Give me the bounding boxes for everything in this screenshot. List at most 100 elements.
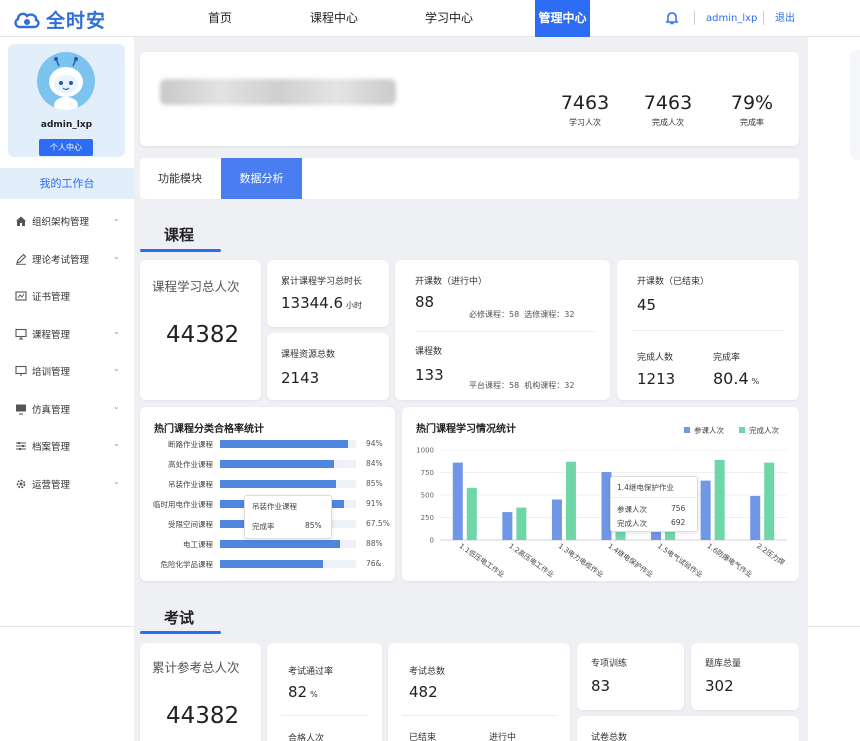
- sidebar-item-archive[interactable]: 档案管理 ⌄: [0, 428, 134, 464]
- cloud-logo-icon: [14, 12, 40, 28]
- bar[interactable]: [220, 480, 336, 488]
- ended-label: 开课数（已结束）: [637, 277, 710, 287]
- username-link[interactable]: admin_lxp: [706, 0, 757, 37]
- stat-value: 79%: [730, 92, 774, 114]
- bar[interactable]: [452, 462, 463, 540]
- rate-value: 80.4%: [713, 369, 759, 388]
- display-icon: [16, 404, 26, 415]
- robot-avatar-icon: [49, 57, 83, 110]
- org-value: 32: [564, 381, 575, 390]
- legend-label: 参课人次: [694, 425, 724, 435]
- app-name: 全时安: [46, 10, 107, 32]
- profile-button[interactable]: 个人中心: [39, 139, 93, 156]
- user-card: admin_lxp 个人中心: [8, 44, 125, 157]
- nav-home[interactable]: 首页: [190, 0, 250, 37]
- bar[interactable]: [466, 487, 477, 540]
- bar[interactable]: [502, 512, 513, 540]
- bar-value-label: 91%: [366, 499, 383, 508]
- paper-label: 试卷总数: [591, 733, 628, 741]
- bar-category-label: 电工课程: [183, 540, 213, 549]
- ended-value: 45: [637, 296, 657, 314]
- required-value: 58: [509, 310, 520, 319]
- x-tick-label: 1.6防爆电气作业: [705, 541, 754, 579]
- sidebar-item-training[interactable]: 培训管理 ⌄: [0, 353, 134, 389]
- exam-total-count-value: 482: [409, 683, 438, 701]
- bar[interactable]: [764, 462, 775, 540]
- chevron-down-icon: ⌄: [113, 214, 120, 223]
- bell-icon[interactable]: [664, 10, 680, 26]
- exam-total-card: 累计参考总人次 44382: [140, 643, 261, 741]
- course-ended-card: 开课数（已结束） 45 完成人数 1213 完成率 80.4%: [617, 260, 799, 400]
- nav-course-center[interactable]: 课程中心: [300, 0, 368, 37]
- platform-stat: 平台课程：58 机构课程：32: [469, 380, 574, 391]
- bar[interactable]: [220, 440, 348, 448]
- rate-unit: %: [751, 377, 760, 386]
- platform-value: 58: [509, 381, 520, 390]
- x-tick-label: 2.2压力焊: [755, 541, 786, 567]
- completed-value: 1213: [637, 370, 676, 388]
- bar[interactable]: [750, 495, 761, 540]
- bar-category-label: 临时用电作业课程: [153, 500, 213, 509]
- sidebar-item-label: 档案管理: [32, 442, 71, 453]
- tab-function-modules[interactable]: 功能模块: [140, 158, 220, 199]
- bar[interactable]: [220, 460, 335, 468]
- divider: [694, 11, 695, 25]
- hours-number: 13344.6: [281, 294, 344, 312]
- bar[interactable]: [220, 540, 340, 548]
- chevron-down-icon: ⌄: [113, 439, 120, 448]
- sidebar-item-operations[interactable]: 运营管理 ⌄: [0, 466, 134, 502]
- sidebar-item-exam[interactable]: 理论考试管理 ⌄: [0, 241, 134, 277]
- special-value: 83: [591, 677, 611, 695]
- bar-category-label: 吊装作业课程: [168, 480, 213, 489]
- bank-value: 302: [705, 677, 734, 695]
- y-tick-label: 1000: [416, 447, 434, 455]
- section-title-course: 课程: [164, 226, 195, 244]
- sidebar-item-org[interactable]: 组织架构管理 ⌄: [0, 203, 134, 239]
- hot-pass-chart-card: 热门课程分类合格率统计 断路作业课程 94% 高处作业课程 84% 吊装作业课程 85% 临…: [140, 407, 395, 581]
- logout-link[interactable]: 退出: [775, 0, 795, 37]
- bar-track: [220, 480, 356, 488]
- sidebar-username: admin_lxp: [40, 120, 93, 130]
- hot-study-tooltip: 1.4继电保护作业 参课人次 756 完成人次 692: [610, 476, 698, 532]
- monitor-icon: [15, 328, 27, 340]
- divider: [808, 626, 860, 627]
- x-tick-label: 1.5电气试验作业: [656, 541, 705, 579]
- hot-study-chart-card: 热门课程学习情况统计 0 250 500 750 1000 1.1低压电工作业 1.2高压电…: [402, 407, 799, 581]
- bar[interactable]: [516, 507, 527, 540]
- workbench-item[interactable]: 我的工作台: [0, 168, 134, 199]
- x-tick-label: 1.1低压电工作业: [458, 541, 507, 579]
- org-label: 机构课程：: [524, 381, 565, 390]
- bar-value-label: 88%: [366, 539, 383, 548]
- exam-ongoing-label: 进行中: [489, 733, 517, 741]
- exam-ended-label: 已结束: [409, 733, 437, 741]
- bar[interactable]: [700, 480, 711, 540]
- bar-category-label: 高处作业课程: [168, 460, 213, 469]
- screen-icon: [15, 365, 27, 376]
- sidebar-item-course[interactable]: 课程管理 ⌄: [0, 316, 134, 352]
- divider: [763, 11, 764, 25]
- sidebar-item-label: 证书管理: [32, 292, 71, 303]
- bar[interactable]: [714, 459, 725, 540]
- bar[interactable]: [220, 560, 324, 568]
- resources-value: 2143: [281, 369, 320, 387]
- pen-icon: [16, 253, 27, 265]
- tooltip-name: 吊装作业课程: [252, 502, 297, 511]
- sidebar-item-simulation[interactable]: 仿真管理 ⌄: [0, 391, 134, 427]
- bar-category-label: 危险化学品课程: [160, 560, 214, 569]
- exam-total-count-label: 考试总数: [409, 667, 446, 677]
- required-label: 必修课程：: [469, 310, 509, 319]
- sidebar-item-label: 培训管理: [32, 367, 71, 378]
- tab-bar: 功能模块 数据分析: [140, 158, 799, 199]
- sidebar-item-certificate[interactable]: 证书管理: [0, 278, 134, 314]
- tab-data-analysis[interactable]: 数据分析: [221, 158, 302, 199]
- nav-study-center[interactable]: 学习中心: [415, 0, 483, 37]
- bar[interactable]: [565, 461, 576, 540]
- elective-value: 32: [564, 310, 575, 319]
- app-logo[interactable]: 全时安: [12, 6, 106, 33]
- sidebar-item-label: 组织架构管理: [32, 217, 90, 228]
- question-bank-card: 题库总量 302: [691, 643, 799, 710]
- avatar[interactable]: [37, 52, 95, 110]
- sidebar-item-label: 仿真管理: [32, 405, 71, 416]
- bar[interactable]: [551, 499, 562, 541]
- nav-management-center[interactable]: 管理中心: [535, 0, 590, 37]
